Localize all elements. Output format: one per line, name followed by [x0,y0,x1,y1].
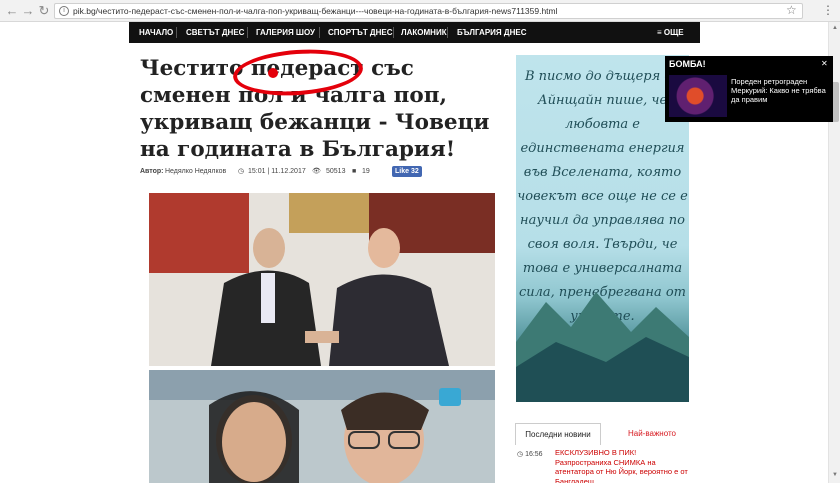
back-icon[interactable]: ← [4,3,20,19]
forward-icon[interactable]: → [20,3,36,19]
article-photo-two-people [149,370,495,483]
nav-separator [393,27,394,38]
article-datetime: 15:01 | 11.12.2017 [248,168,306,175]
facebook-like-button[interactable]: Like 32 [392,166,422,177]
article-photo-handshake [149,193,495,366]
nav-item-world[interactable]: СВЕТЪТ ДНЕС [186,22,244,43]
address-bar[interactable]: i pik.bg/честито-педераст-със-сменен-пол… [54,3,803,19]
nav-more-label: ОЩЕ [663,28,684,37]
mountain-illustration [516,292,689,402]
nav-separator [247,27,248,38]
url-text[interactable]: pik.bg/честито-педераст-със-сменен-пол-и… [73,5,773,18]
red-dot-annotation [268,68,278,78]
article-comments[interactable]: 19 [362,166,370,178]
author-label: Автор: [140,168,164,175]
two-people-photo-illustration [149,370,495,483]
nav-item-food[interactable]: ЛАКОМНИК [401,22,447,43]
handshake-photo-illustration [149,193,495,366]
news-time-text: 16:56 [525,451,543,458]
bookmark-star-icon[interactable]: ☆ [786,3,797,17]
notification-popup[interactable]: БОМБА! ✕ Пореден ретрограден Меркурий: К… [665,56,833,122]
site-nav: НАЧАЛО СВЕТЪТ ДНЕС ГАЛЕРИЯ ШОУ СПОРТЪТ Д… [129,22,700,43]
news-headline[interactable]: ЕКСКЛУЗИВНО В ПИК! Разпространиха СНИМКА… [555,448,690,483]
reload-icon[interactable]: ↻ [36,3,52,19]
nav-separator [319,27,320,38]
tab-most-important[interactable]: Най-важното [615,423,689,445]
article-views: 50513 [326,168,346,175]
clock-icon: ◷ [238,168,245,175]
author-name[interactable]: Недялко Недялков [165,166,226,178]
nav-more-button[interactable]: ≡ ОЩЕ [657,22,684,43]
nav-item-gallery[interactable]: ГАЛЕРИЯ ШОУ [256,22,315,43]
scroll-up-icon[interactable]: ▲ [832,25,838,31]
nav-separator [176,27,177,38]
popup-news-link[interactable]: Пореден ретрограден Меркурий: Какво не т… [731,77,827,104]
views-eye-icon: 👁 [312,168,321,175]
news-time: ◷ 16:56 [517,450,543,458]
close-icon[interactable]: ✕ [821,59,828,68]
browser-toolbar: ← → ↻ i pik.bg/честито-педераст-със-смен… [0,0,840,22]
browser-menu-icon[interactable]: ⋮ [822,3,834,17]
hamburger-icon: ≡ [657,28,664,37]
news-tabs: Последни новини Най-важното [515,423,689,445]
nav-item-sport[interactable]: СПОРТЪТ ДНЕС [328,22,393,43]
nav-item-bulgaria[interactable]: БЪЛГАРИЯ ДНЕС [457,22,526,43]
tab-latest-news[interactable]: Последни новини [515,423,601,445]
clock-icon: ◷ [517,451,526,458]
comments-icon: ■ [352,168,357,175]
nav-item-home[interactable]: НАЧАЛО [139,22,173,43]
scroll-down-icon[interactable]: ▼ [832,472,838,478]
popup-title: БОМБА! [669,59,706,69]
sidebar-ad-banner[interactable]: В писмо до дъщеря си Айнщайн пише, че лю… [516,55,689,402]
nav-separator [447,27,448,38]
popup-thumbnail[interactable] [669,75,727,117]
info-icon[interactable]: i [59,6,69,16]
news-list-item[interactable]: ◷ 16:56 ЕКСКЛУЗИВНО В ПИК! Разпространих… [517,448,689,483]
